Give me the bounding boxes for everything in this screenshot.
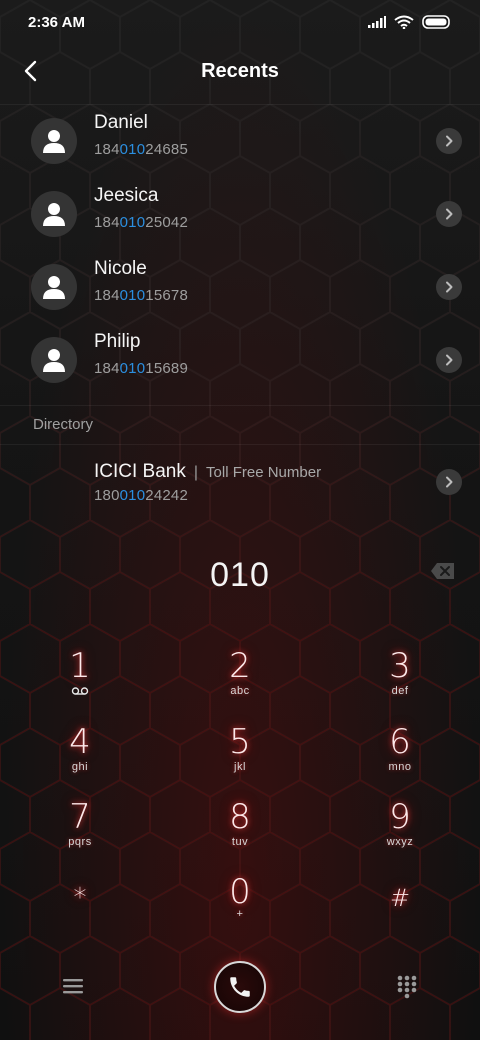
back-arrow-icon bbox=[24, 60, 37, 82]
menu-icon bbox=[63, 979, 83, 994]
battery-icon bbox=[422, 15, 450, 29]
directory-details-button[interactable] bbox=[436, 469, 462, 495]
menu-button[interactable] bbox=[58, 973, 88, 999]
contact-name: Philip bbox=[94, 331, 141, 352]
signal-icon bbox=[368, 16, 386, 28]
recent-contact-philip[interactable]: Philip 18401015689 bbox=[0, 323, 480, 396]
section-divider bbox=[0, 444, 480, 445]
avatar bbox=[31, 337, 77, 383]
contact-details-button[interactable] bbox=[436, 128, 462, 154]
section-divider bbox=[0, 405, 480, 406]
person-icon bbox=[43, 276, 65, 299]
key-8[interactable]: 8 tuv bbox=[180, 799, 300, 871]
chevron-right-icon bbox=[446, 354, 453, 366]
contact-number: 18401024685 bbox=[94, 141, 188, 158]
recent-contact-jeesica[interactable]: Jeesica 18401025042 bbox=[0, 177, 480, 250]
key-star[interactable]: * bbox=[20, 880, 140, 952]
status-icons bbox=[368, 15, 452, 29]
bottom-bar bbox=[0, 955, 480, 1020]
key-4[interactable]: 4 ghi bbox=[20, 724, 140, 796]
dialpad-button[interactable] bbox=[394, 973, 420, 999]
wifi-icon bbox=[394, 15, 414, 29]
key-1[interactable]: 1 bbox=[20, 648, 140, 720]
contact-details-button[interactable] bbox=[436, 347, 462, 373]
avatar bbox=[31, 118, 77, 164]
directory-entry-number: 18001024242 bbox=[94, 487, 188, 504]
avatar bbox=[31, 191, 77, 237]
key-9[interactable]: 9 wxyz bbox=[340, 799, 460, 871]
directory-entry[interactable]: ICICI Bank | Toll Free Number 18001024242 bbox=[0, 446, 480, 519]
backspace-icon bbox=[431, 563, 454, 579]
voicemail-icon bbox=[71, 687, 89, 695]
status-bar: 2:36 AM bbox=[0, 0, 480, 44]
key-2[interactable]: 2 abc bbox=[180, 648, 300, 720]
person-icon bbox=[43, 130, 65, 153]
contact-details-button[interactable] bbox=[436, 201, 462, 227]
directory-entry-title: ICICI Bank | Toll Free Number bbox=[94, 461, 322, 482]
avatar bbox=[31, 264, 77, 310]
contact-name: Jeesica bbox=[94, 185, 159, 206]
dial-input[interactable]: 010 bbox=[0, 552, 480, 598]
chevron-right-icon bbox=[446, 476, 453, 488]
contact-number: 18401015678 bbox=[94, 287, 188, 304]
page-title: Recents bbox=[201, 59, 279, 82]
person-icon bbox=[43, 203, 65, 226]
key-5[interactable]: 5 jkl bbox=[180, 724, 300, 796]
header: Recents bbox=[0, 48, 480, 94]
call-button[interactable] bbox=[214, 961, 266, 1013]
person-icon bbox=[43, 349, 65, 372]
contact-name: Daniel bbox=[94, 112, 148, 133]
chevron-right-icon bbox=[446, 208, 453, 220]
recent-contact-nicole[interactable]: Nicole 18401015678 bbox=[0, 250, 480, 323]
phone-icon bbox=[230, 977, 250, 997]
contact-number: 18401025042 bbox=[94, 214, 188, 231]
key-hash[interactable]: # bbox=[340, 880, 460, 952]
key-7[interactable]: 7 pqrs bbox=[20, 799, 140, 871]
contact-name: Nicole bbox=[94, 258, 147, 279]
chevron-right-icon bbox=[446, 281, 453, 293]
status-time: 2:36 AM bbox=[28, 13, 85, 31]
key-0[interactable]: 0 + bbox=[180, 874, 300, 946]
recent-contact-daniel[interactable]: Daniel 18401024685 bbox=[0, 104, 480, 177]
chevron-right-icon bbox=[446, 135, 453, 147]
backspace-button[interactable] bbox=[430, 561, 456, 581]
back-button[interactable] bbox=[14, 54, 48, 88]
dial-input-text: 010 bbox=[210, 555, 270, 594]
directory-section-label: Directory bbox=[33, 416, 94, 433]
contact-details-button[interactable] bbox=[436, 274, 462, 300]
contact-number: 18401015689 bbox=[94, 360, 188, 377]
dialpad-icon bbox=[397, 975, 417, 999]
key-3[interactable]: 3 def bbox=[340, 648, 460, 720]
key-6[interactable]: 6 mno bbox=[340, 724, 460, 796]
